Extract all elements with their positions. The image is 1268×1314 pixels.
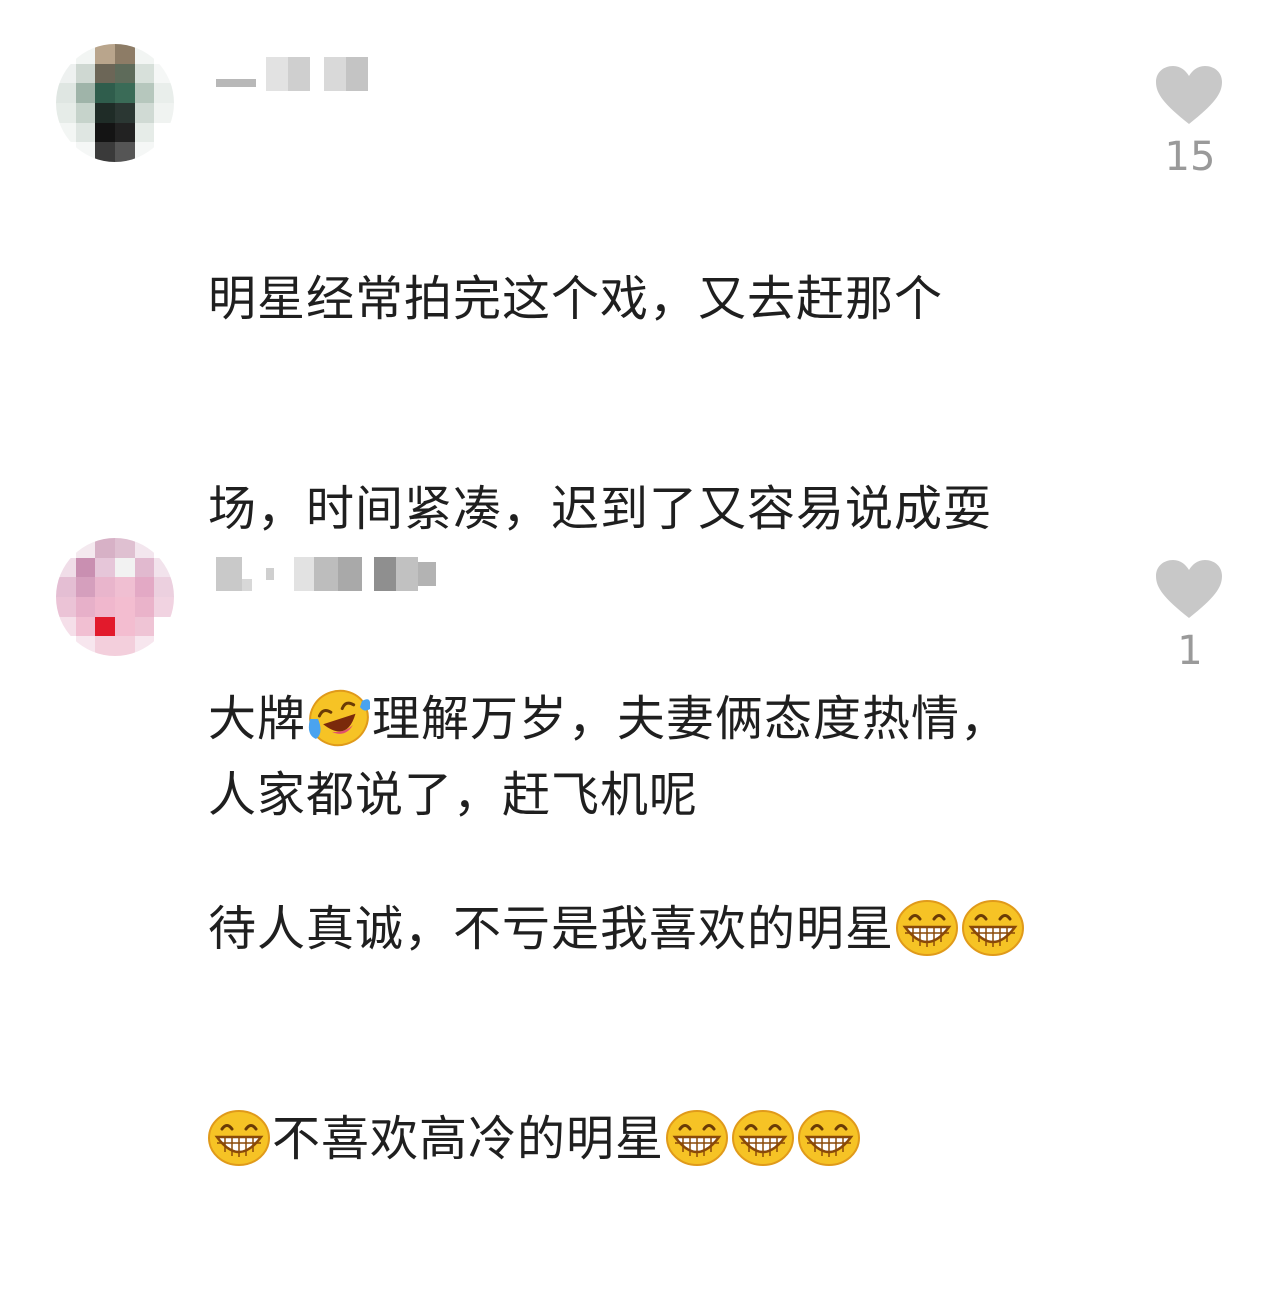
avatar[interactable] bbox=[56, 538, 174, 656]
grin-emoji-icon bbox=[732, 1109, 794, 1167]
comment-line: 场，时间紧凑，迟到了又容易说成耍 bbox=[208, 481, 993, 537]
heart-icon[interactable] bbox=[1156, 66, 1222, 126]
comment-line-with-emoji: 不喜欢高冷的明星 bbox=[208, 1104, 1108, 1174]
like-count: 1 bbox=[1177, 628, 1203, 674]
username[interactable] bbox=[216, 54, 368, 94]
grin-emoji-icon bbox=[666, 1109, 728, 1167]
comment-text: 人家都说了，赶飞机呢 bbox=[208, 620, 1108, 970]
grin-emoji-icon bbox=[798, 1109, 860, 1167]
like-count: 15 bbox=[1164, 134, 1216, 180]
grin-emoji-icon bbox=[208, 1109, 270, 1167]
avatar[interactable] bbox=[56, 44, 174, 162]
comment-line: 明星经常拍完这个戏，又去赶那个 bbox=[208, 271, 944, 327]
comment-text-segment: 不喜欢高冷的明星 bbox=[272, 1111, 665, 1167]
username[interactable] bbox=[216, 554, 436, 594]
comment-line: 人家都说了，赶飞机呢 bbox=[208, 767, 699, 823]
heart-icon[interactable] bbox=[1156, 560, 1222, 620]
